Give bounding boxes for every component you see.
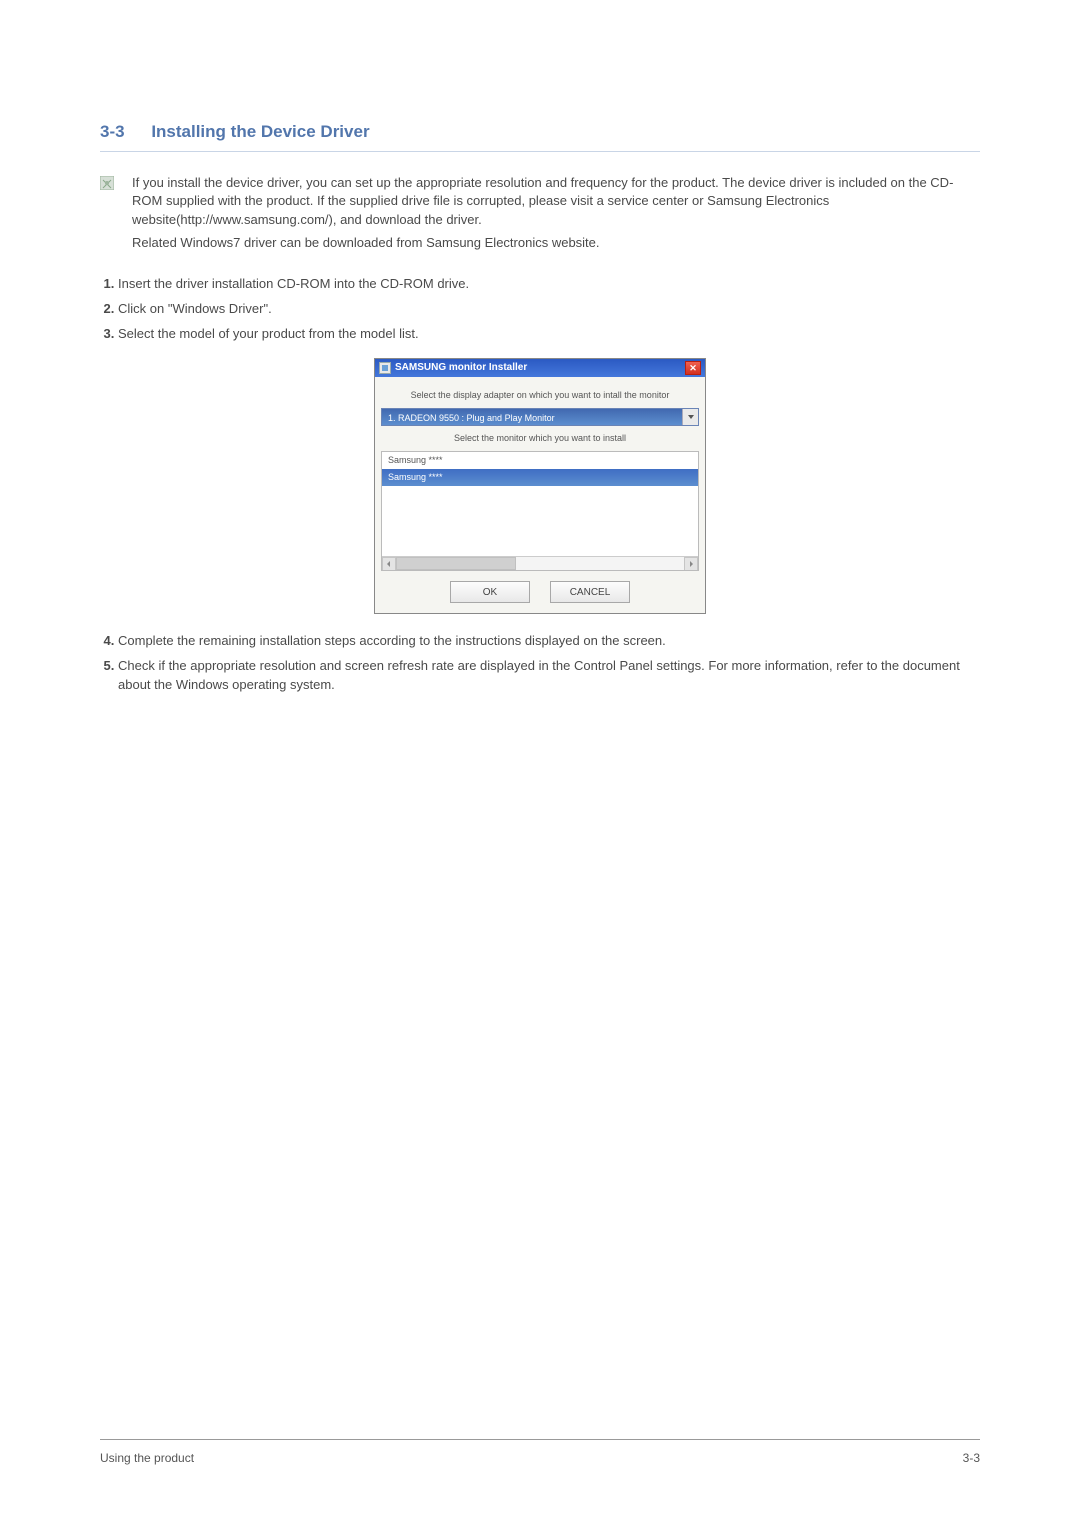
monitor-listbox[interactable]: Samsung **** Samsung **** (381, 451, 699, 571)
steps-list: Insert the driver installation CD-ROM in… (118, 275, 980, 344)
chevron-down-icon[interactable] (682, 409, 698, 425)
dialog-titlebar: SAMSUNG monitor Installer ✕ (375, 359, 705, 378)
section-title: Installing the Device Driver (151, 122, 369, 141)
cancel-button[interactable]: CANCEL (550, 581, 630, 603)
adapter-caption: Select the display adapter on which you … (381, 389, 699, 402)
dialog-title: SAMSUNG monitor Installer (395, 361, 527, 376)
info-paragraph-2: Related Windows7 driver can be downloade… (132, 234, 980, 253)
dialog-button-row: OK CANCEL (381, 581, 699, 603)
step-1: Insert the driver installation CD-ROM in… (118, 275, 980, 294)
scroll-track[interactable] (396, 557, 684, 570)
list-item[interactable]: Samsung **** (382, 452, 698, 469)
scroll-right-icon[interactable] (684, 557, 698, 571)
scroll-left-icon[interactable] (382, 557, 396, 571)
step-3: Select the model of your product from th… (118, 325, 980, 344)
installer-dialog: SAMSUNG monitor Installer ✕ Select the d… (374, 358, 706, 615)
step-5: Check if the appropriate resolution and … (118, 657, 980, 695)
dialog-app-icon (379, 362, 391, 374)
ok-button[interactable]: OK (450, 581, 530, 603)
info-note: If you install the device driver, you ca… (100, 174, 980, 257)
adapter-value: 1. RADEON 9550 : Plug and Play Monitor (382, 409, 682, 425)
page-footer: Using the product 3-3 (100, 1439, 980, 1467)
adapter-select[interactable]: 1. RADEON 9550 : Plug and Play Monitor (381, 408, 699, 426)
section-number: 3-3 (100, 122, 125, 141)
horizontal-scrollbar[interactable] (382, 556, 698, 570)
section-heading: 3-3 Installing the Device Driver (100, 120, 980, 152)
list-item[interactable]: Samsung **** (382, 469, 698, 486)
footer-right: 3-3 (963, 1450, 980, 1467)
steps-list-continued: Complete the remaining installation step… (118, 632, 980, 695)
step-2: Click on "Windows Driver". (118, 300, 980, 319)
note-icon (100, 176, 114, 190)
info-paragraph-1: If you install the device driver, you ca… (132, 174, 980, 231)
scroll-thumb[interactable] (396, 557, 516, 570)
footer-left: Using the product (100, 1450, 194, 1467)
info-text: If you install the device driver, you ca… (132, 174, 980, 257)
monitor-caption: Select the monitor which you want to ins… (381, 432, 699, 445)
close-icon[interactable]: ✕ (685, 361, 701, 375)
step-4: Complete the remaining installation step… (118, 632, 980, 651)
